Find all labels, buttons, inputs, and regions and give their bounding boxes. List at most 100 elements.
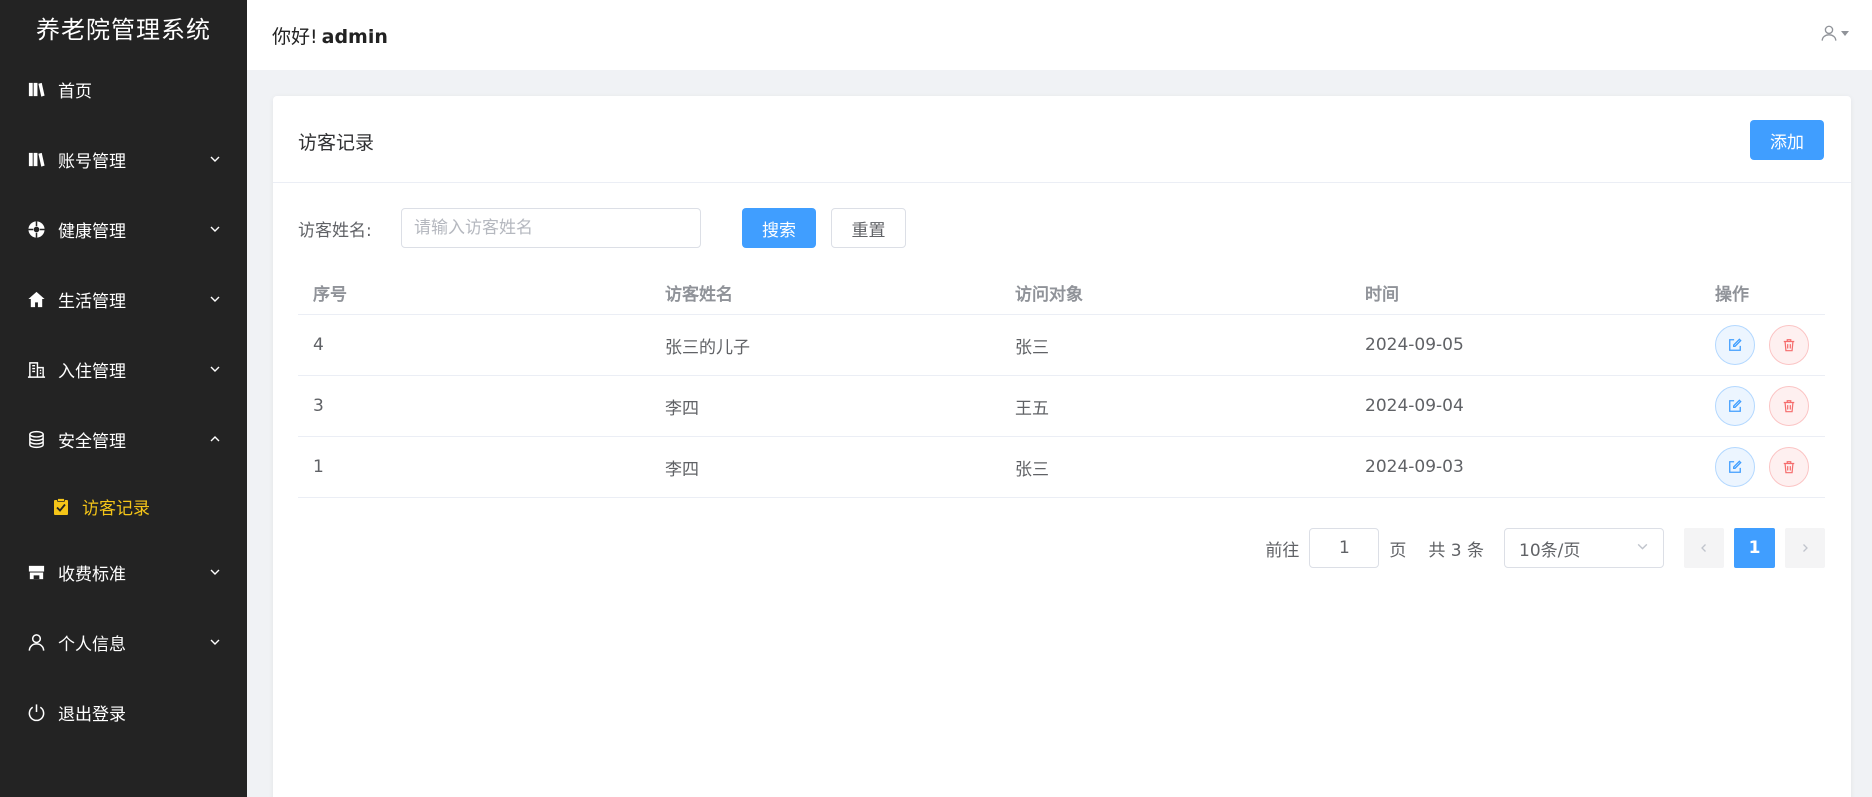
page-size-select[interactable]: 10条/页: [1504, 528, 1664, 568]
delete-button[interactable]: [1769, 386, 1809, 426]
next-page-button[interactable]: [1785, 528, 1825, 568]
search-button[interactable]: 搜索: [742, 208, 816, 248]
table-row: 1 李四 张三 2024-09-03: [298, 437, 1825, 498]
visitor-records-card: 访客记录 添加 访客姓名: 搜索 重置 序号 访客姓名 访问对象 时间 操作 4…: [273, 96, 1851, 797]
cell-time: 2024-09-04: [1365, 396, 1464, 416]
delete-icon: [1783, 339, 1795, 352]
cell-actions: [1700, 325, 1825, 365]
sidebar-item-label: 收费标准: [58, 564, 126, 585]
goto-prefix: 前往: [1265, 540, 1300, 561]
page-size-value: 10条/页: [1519, 540, 1581, 561]
reset-button[interactable]: 重置: [831, 208, 906, 248]
edit-icon: [1729, 399, 1742, 412]
cell-time: 2024-09-05: [1365, 335, 1464, 355]
sidebar-item-security[interactable]: 安全管理: [0, 414, 247, 464]
sidebar-item-label: 首页: [58, 81, 92, 102]
edit-icon: [1729, 460, 1742, 473]
pagination: 前往 页 共 3 条 10条/页 1: [1265, 528, 1825, 568]
delete-button[interactable]: [1769, 325, 1809, 365]
app-title: 养老院管理系统: [36, 15, 211, 44]
sidebar-item-label: 健康管理: [58, 221, 126, 242]
cell-actions: [1700, 447, 1825, 487]
sidebar-item-label: 个人信息: [58, 634, 126, 655]
edit-button[interactable]: [1715, 325, 1755, 365]
cell-id: 4: [313, 335, 324, 355]
sidebar-item-label: 安全管理: [58, 431, 126, 452]
chevron-down-icon: [209, 636, 221, 648]
chevron-down-icon: [1636, 538, 1649, 558]
sidebar-item-checkin[interactable]: 入住管理: [0, 344, 247, 394]
chevron-right-icon: [1803, 544, 1808, 552]
cell-actions: [1700, 386, 1825, 426]
book-icon: [26, 79, 46, 99]
edit-button[interactable]: [1715, 386, 1755, 426]
sidebar-item-accounts[interactable]: 账号管理: [0, 134, 247, 184]
delete-button[interactable]: [1769, 447, 1809, 487]
greeting: 你好! admin: [272, 22, 388, 49]
edit-button[interactable]: [1715, 447, 1755, 487]
card-header: 访客记录 添加: [273, 96, 1851, 183]
sidebar-item-health[interactable]: 健康管理: [0, 204, 247, 254]
delete-icon: [1783, 461, 1795, 474]
visitor-name-input[interactable]: [401, 208, 701, 248]
cell-visitor: 李四: [665, 398, 699, 419]
delete-icon: [1783, 400, 1795, 413]
chevron-left-icon: [1701, 544, 1706, 552]
goto-page-input[interactable]: [1309, 528, 1380, 568]
column-header: 序号: [313, 284, 347, 305]
user-icon: [26, 632, 46, 652]
user-menu[interactable]: [1820, 24, 1850, 42]
page-number-button[interactable]: 1: [1734, 528, 1775, 568]
username: admin: [321, 25, 388, 48]
cell-target: 张三: [1015, 337, 1049, 358]
page-title: 访客记录: [298, 132, 375, 154]
cell-visitor: 张三的儿子: [665, 337, 750, 358]
user-icon: [1820, 24, 1838, 42]
chevron-down-icon: [209, 223, 221, 235]
table-row: 3 李四 王五 2024-09-04: [298, 376, 1825, 437]
sidebar: 养老院管理系统 首页 账号管理 健康管理 生活管理 入住管理 安全管理 访客记录…: [0, 0, 247, 797]
sidebar-item-fees[interactable]: 收费标准: [0, 547, 247, 597]
caret-down-icon: [1840, 28, 1850, 38]
sidebar-item-logout[interactable]: 退出登录: [0, 687, 247, 737]
prev-page-button[interactable]: [1684, 528, 1724, 568]
cell-id: 1: [313, 457, 324, 477]
goto-suffix: 页: [1389, 540, 1407, 561]
cell-target: 王五: [1015, 398, 1049, 419]
sidebar-item-label: 账号管理: [58, 151, 126, 172]
clipboard-check-icon: [52, 497, 70, 515]
sidebar-item-living[interactable]: 生活管理: [0, 274, 247, 324]
chevron-down-icon: [209, 566, 221, 578]
cell-target: 张三: [1015, 459, 1049, 480]
sidebar-item-visitor-records[interactable]: 访客记录: [0, 481, 247, 531]
search-label: 访客姓名:: [298, 220, 372, 241]
greeting-text: 你好!: [272, 25, 318, 48]
table-header: 序号 访客姓名 访问对象 时间 操作: [298, 270, 1825, 315]
sidebar-item-home[interactable]: 首页: [0, 64, 247, 114]
sidebar-item-label: 生活管理: [58, 291, 126, 312]
cell-id: 3: [313, 396, 324, 416]
total-count: 共 3 条: [1428, 540, 1484, 561]
sidebar-item-label: 退出登录: [58, 704, 126, 725]
database-icon: [26, 429, 46, 449]
table-row: 4 张三的儿子 张三 2024-09-05: [298, 315, 1825, 376]
edit-icon: [1729, 338, 1742, 351]
chevron-down-icon: [209, 153, 221, 165]
search-form: 访客姓名: 搜索 重置: [298, 208, 906, 248]
column-header: 操作: [1715, 284, 1749, 305]
power-icon: [26, 702, 46, 722]
building-icon: [26, 359, 46, 379]
top-header: 你好! admin: [247, 0, 1872, 70]
sidebar-item-label: 入住管理: [58, 361, 126, 382]
shop-icon: [26, 562, 46, 582]
chevron-down-icon: [209, 293, 221, 305]
sidebar-item-label: 访客记录: [82, 498, 150, 519]
chevron-down-icon: [209, 363, 221, 375]
aperture-icon: [26, 219, 46, 239]
chevron-up-icon: [209, 433, 221, 445]
column-header: 访客姓名: [665, 284, 733, 305]
add-button[interactable]: 添加: [1750, 120, 1824, 160]
cell-visitor: 李四: [665, 459, 699, 480]
sidebar-item-profile[interactable]: 个人信息: [0, 617, 247, 667]
home-icon: [26, 289, 46, 309]
